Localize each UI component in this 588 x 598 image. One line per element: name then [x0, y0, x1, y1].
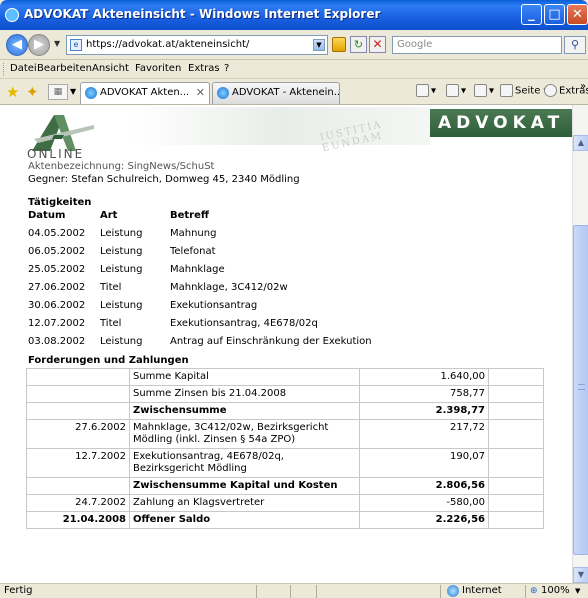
activity-row: 25.05.2002 Leistung Mahnklage	[28, 264, 225, 275]
tab-close-icon[interactable]: ✕	[196, 86, 205, 99]
refresh-button[interactable]: ↻	[350, 36, 367, 53]
brand-banner: ADVOKAT	[430, 109, 588, 137]
activity-row: 27.06.2002 Titel Mahnklage, 3C412/02w	[28, 282, 288, 293]
search-icon[interactable]: ⚲	[564, 36, 586, 54]
header-watermark: IUSTITIA EUNDAM	[130, 107, 430, 154]
status-divider	[440, 585, 441, 598]
quick-tabs-icon[interactable]: ▦	[48, 84, 68, 100]
back-button[interactable]: ◀	[6, 34, 28, 56]
status-divider	[525, 585, 526, 598]
address-input[interactable]: e https://advokat.at/akteneinsicht/ ▼	[66, 35, 328, 55]
menu-bearbeiten[interactable]: Bearbeiten	[37, 63, 92, 74]
zoom-dropdown-icon[interactable]: ▼	[575, 587, 580, 595]
table-row: 27.6.2002 Mahnklage, 3C412/02w, Bezirksg…	[26, 419, 544, 449]
tab-advokat-aktenein[interactable]: ADVOKAT - Aktenein...	[212, 82, 340, 104]
table-row: Zwischensumme 2.398,77	[26, 402, 544, 420]
menu-favoriten[interactable]: Favoriten	[135, 63, 181, 74]
gegner: Gegner: Stefan Schulreich, Domweg 45, 23…	[28, 174, 300, 185]
status-divider	[316, 585, 317, 598]
activity-row: 04.05.2002 Leistung Mahnung	[28, 228, 217, 239]
url-text[interactable]: https://advokat.at/akteneinsicht/	[86, 39, 249, 50]
logo-subtitle: ONLINE	[27, 147, 85, 161]
print-icon[interactable]: ▾	[474, 84, 494, 97]
tab-ie-icon	[217, 87, 229, 99]
ie-icon	[5, 8, 19, 22]
menu-grip	[3, 63, 6, 76]
status-divider	[290, 585, 291, 598]
brand-name: ADVOKAT	[438, 113, 565, 133]
menu-extras[interactable]: Extras	[188, 63, 220, 74]
menu-bar: Datei Bearbeiten Ansicht Favoriten Extra…	[0, 60, 588, 79]
add-favorites-icon[interactable]: ✦	[26, 83, 39, 101]
close-button[interactable]: ✕	[567, 4, 588, 25]
internet-zone-icon	[447, 585, 459, 597]
activities-header-betreff: Betreff	[170, 210, 209, 221]
scroll-down-icon[interactable]: ▼	[573, 567, 588, 583]
activities-title: Tätigkeiten	[28, 197, 92, 208]
table-row: Summe Zinsen bis 21.04.2008 758,77	[26, 385, 544, 403]
address-toolbar: ◀ ▶ ▼ e https://advokat.at/akteneinsicht…	[0, 30, 588, 60]
scroll-thumb[interactable]	[573, 225, 588, 555]
menu-help[interactable]: ?	[224, 63, 229, 74]
zoom-level[interactable]: 100%	[541, 585, 570, 596]
menu-datei[interactable]: Datei	[10, 63, 37, 74]
forward-button[interactable]: ▶	[28, 34, 50, 56]
aktenbezeichnung: Aktenbezeichnung: SingNews/SchuSt	[28, 161, 215, 172]
minimize-button[interactable]: _	[521, 4, 542, 25]
tab-label: ADVOKAT - Aktenein...	[232, 87, 340, 98]
menu-ansicht[interactable]: Ansicht	[92, 63, 129, 74]
scroll-up-icon[interactable]: ▲	[573, 135, 588, 151]
table-row: Zwischensumme Kapital und Kosten 2.806,5…	[26, 477, 544, 495]
window-titlebar[interactable]: ADVOKAT Akteneinsicht - Windows Internet…	[0, 0, 588, 30]
claims-table: Summe Kapital 1.640,00 Summe Zinsen bis …	[26, 368, 544, 529]
table-row: 21.04.2008 Offener Saldo 2.226,56	[26, 511, 544, 529]
tab-label: ADVOKAT Akten...	[100, 87, 190, 98]
lock-icon[interactable]	[332, 37, 346, 52]
activities-header-art: Art	[100, 210, 118, 221]
status-divider	[256, 585, 257, 598]
address-dropdown-icon[interactable]: ▼	[313, 39, 325, 51]
page-icon: e	[70, 39, 82, 51]
claims-title: Forderungen und Zahlungen	[28, 355, 189, 366]
search-input[interactable]: Google	[392, 36, 562, 54]
feeds-icon[interactable]: ▾	[446, 84, 466, 97]
tab-advokat-akten[interactable]: ADVOKAT Akten... ✕	[80, 82, 210, 104]
activity-row: 03.08.2002 Leistung Antrag auf Einschrän…	[28, 336, 372, 347]
tab-bar: ★ ✦ ▦ ▼ ADVOKAT Akten... ✕ ADVOKAT - Akt…	[0, 79, 588, 105]
vertical-scrollbar[interactable]: ▲ ▼	[572, 105, 588, 583]
zoom-icon[interactable]: ⊕	[530, 586, 538, 596]
activity-row: 30.06.2002 Leistung Exekutionsantrag	[28, 300, 258, 311]
scroll-grip	[578, 384, 585, 390]
search-placeholder: Google	[397, 39, 433, 50]
home-icon[interactable]: ▾	[416, 84, 436, 97]
status-bar: Fertig Internet ⊕ 100% ▼	[0, 583, 588, 598]
table-row: 24.7.2002 Zahlung an Klagsvertreter -580…	[26, 494, 544, 512]
activity-row: 06.05.2002 Leistung Telefonat	[28, 246, 216, 257]
page-menu-button[interactable]: Seite ▾	[500, 84, 549, 97]
activity-row: 12.07.2002 Titel Exekutionsantrag, 4E678…	[28, 318, 318, 329]
security-zone[interactable]: Internet	[462, 585, 502, 596]
maximize-button[interactable]: □	[544, 4, 565, 25]
status-text: Fertig	[4, 585, 33, 596]
tab-list-dropdown-icon[interactable]: ▼	[70, 87, 76, 96]
history-dropdown-icon[interactable]: ▼	[54, 39, 60, 48]
favorites-star-icon[interactable]: ★	[6, 83, 19, 101]
window-title: ADVOKAT Akteneinsicht - Windows Internet…	[24, 7, 381, 21]
table-row: 12.7.2002 Exekutionsantrag, 4E678/02q, B…	[26, 448, 544, 478]
activities-header-datum: Datum	[28, 210, 66, 221]
tab-ie-icon	[85, 87, 97, 99]
page-content: IUSTITIA EUNDAM ONLINE ADVOKAT Aktenbeze…	[0, 105, 588, 583]
stop-button[interactable]: ✕	[369, 36, 386, 53]
toolbar-overflow-icon[interactable]: »	[580, 81, 586, 92]
table-row: Summe Kapital 1.640,00	[26, 368, 544, 386]
watermark-text: IUSTITIA EUNDAM	[318, 119, 385, 155]
